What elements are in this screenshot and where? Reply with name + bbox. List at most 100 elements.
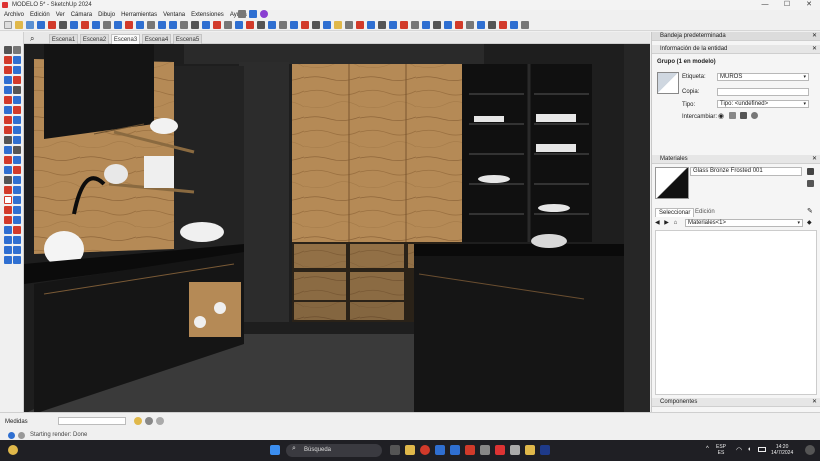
- tab-seleccionar[interactable]: Seleccionar: [655, 208, 695, 217]
- offset-tool-icon[interactable]: [13, 126, 21, 134]
- styles-icon[interactable]: [521, 20, 529, 29]
- menu-camara[interactable]: Cámara: [71, 12, 92, 18]
- scale-icon[interactable]: [114, 20, 122, 29]
- xray-icon[interactable]: [224, 20, 232, 29]
- measurements-input[interactable]: [58, 417, 126, 425]
- iso-view-icon[interactable]: [268, 20, 276, 29]
- stamp-icon[interactable]: [4, 216, 12, 224]
- new-file-icon[interactable]: [4, 20, 12, 29]
- move-tool-icon[interactable]: [4, 116, 12, 124]
- entity-info-close-icon[interactable]: ✕: [812, 45, 817, 54]
- follow-me-icon[interactable]: [13, 106, 21, 114]
- scale-tool-icon[interactable]: [4, 126, 12, 134]
- camera-icon[interactable]: [422, 20, 430, 29]
- menu-herramientas[interactable]: Herramientas: [121, 12, 157, 18]
- paint-bucket-icon[interactable]: [13, 56, 21, 64]
- render-icon[interactable]: [356, 20, 364, 29]
- tape-measure-icon[interactable]: [136, 20, 144, 29]
- sun-icon[interactable]: [411, 20, 419, 29]
- sketchup-icon[interactable]: [465, 445, 475, 455]
- clock[interactable]: 14:20 14/7/2024: [771, 444, 793, 456]
- type-select[interactable]: Tipo: <undefined> ▾: [717, 100, 809, 108]
- protractor-icon[interactable]: [4, 146, 12, 154]
- open-folder-icon[interactable]: [15, 20, 23, 29]
- weather-icon[interactable]: [8, 445, 18, 455]
- circle-tool-icon[interactable]: [4, 96, 12, 104]
- walk-icon[interactable]: [13, 186, 21, 194]
- axes-tool-icon[interactable]: [4, 156, 12, 164]
- minimize-button[interactable]: —: [754, 0, 776, 10]
- polygon-icon[interactable]: [13, 96, 21, 104]
- receive-shadow-icon[interactable]: [740, 112, 747, 119]
- globe-icon[interactable]: [249, 10, 257, 18]
- text-tool-icon[interactable]: [13, 146, 21, 154]
- eraser-tool-icon[interactable]: [4, 56, 12, 64]
- tape-tool-icon[interactable]: [4, 136, 12, 144]
- render-settings-icon[interactable]: [367, 20, 375, 29]
- extension-icon[interactable]: [260, 10, 268, 18]
- materials-header[interactable]: Materiales ✕: [652, 155, 820, 164]
- entity-info-header[interactable]: Información de la entidad ✕: [652, 45, 820, 54]
- tab-escena4[interactable]: Escena4: [142, 34, 171, 44]
- back-icon[interactable]: ◀: [655, 220, 660, 226]
- position-camera-icon[interactable]: [13, 196, 21, 204]
- smoove-icon[interactable]: [13, 206, 21, 214]
- cast-shadow-icon[interactable]: [729, 112, 736, 119]
- save-icon[interactable]: [26, 20, 34, 29]
- chrome-icon[interactable]: [420, 445, 430, 455]
- eyedropper-icon[interactable]: ✎: [807, 207, 813, 215]
- tags-icon[interactable]: [13, 256, 21, 264]
- menu-ventana[interactable]: Ventana: [163, 12, 185, 18]
- extension-warehouse-icon[interactable]: [345, 20, 353, 29]
- zoom-icon[interactable]: [191, 20, 199, 29]
- push-pull-icon[interactable]: [92, 20, 100, 29]
- top-view-icon[interactable]: [279, 20, 287, 29]
- match-photo-icon[interactable]: [13, 246, 21, 254]
- components-header[interactable]: Componentes ✕: [652, 398, 820, 407]
- menu-dibujo[interactable]: Dibujo: [98, 12, 115, 18]
- text-icon[interactable]: [147, 20, 155, 29]
- 3d-text-icon[interactable]: [13, 156, 21, 164]
- edge-icon[interactable]: [435, 445, 445, 455]
- close-button[interactable]: ✕: [798, 0, 820, 10]
- tray-chevron-icon[interactable]: ^: [706, 446, 709, 452]
- lock-toggle-icon[interactable]: [751, 112, 758, 119]
- search-icon[interactable]: ⌕: [30, 34, 34, 44]
- shadows-icon[interactable]: [13, 236, 21, 244]
- tab-escena3[interactable]: Escena3: [111, 34, 140, 44]
- lights-icon[interactable]: [378, 20, 386, 29]
- sandbox-icon[interactable]: [4, 206, 12, 214]
- arc-2pt-icon[interactable]: [13, 76, 21, 84]
- create-material-icon[interactable]: [807, 180, 814, 187]
- notifications-icon[interactable]: [805, 445, 815, 455]
- battery-icon[interactable]: [758, 447, 766, 452]
- fur-icon[interactable]: [477, 20, 485, 29]
- left-view-icon[interactable]: [323, 20, 331, 29]
- material-library-select[interactable]: Materiales<1> ▾: [685, 219, 803, 227]
- menu-extensiones[interactable]: Extensiones: [191, 12, 224, 18]
- material-name-input[interactable]: Glass Bronze Frosted 001: [690, 167, 802, 176]
- dimension-icon[interactable]: [13, 136, 21, 144]
- scenes-icon[interactable]: [4, 236, 12, 244]
- help-icon[interactable]: [18, 432, 25, 439]
- geolocation-icon[interactable]: [134, 417, 142, 425]
- select-icon[interactable]: [4, 46, 12, 54]
- materials-icon[interactable]: [389, 20, 397, 29]
- drape-icon[interactable]: [13, 216, 21, 224]
- zoom-window-icon[interactable]: [13, 176, 21, 184]
- maximize-button[interactable]: ☐: [776, 0, 798, 10]
- library-details-icon[interactable]: ◆: [807, 219, 812, 226]
- pencil-icon[interactable]: [59, 20, 67, 29]
- rotated-rect-icon[interactable]: [13, 86, 21, 94]
- credits-icon[interactable]: [145, 417, 153, 425]
- mail-icon[interactable]: [480, 445, 490, 455]
- move-icon[interactable]: [37, 20, 45, 29]
- model-viewport[interactable]: [24, 44, 650, 414]
- tab-escena5[interactable]: Escena5: [173, 34, 202, 44]
- tab-edicion[interactable]: Edición: [692, 208, 718, 216]
- denoiser-icon[interactable]: [466, 20, 474, 29]
- eye-icon[interactable]: ◉: [718, 112, 724, 120]
- orbit-tool-icon[interactable]: [4, 166, 12, 174]
- section-plane-icon[interactable]: [213, 20, 221, 29]
- fog-icon[interactable]: [4, 246, 12, 254]
